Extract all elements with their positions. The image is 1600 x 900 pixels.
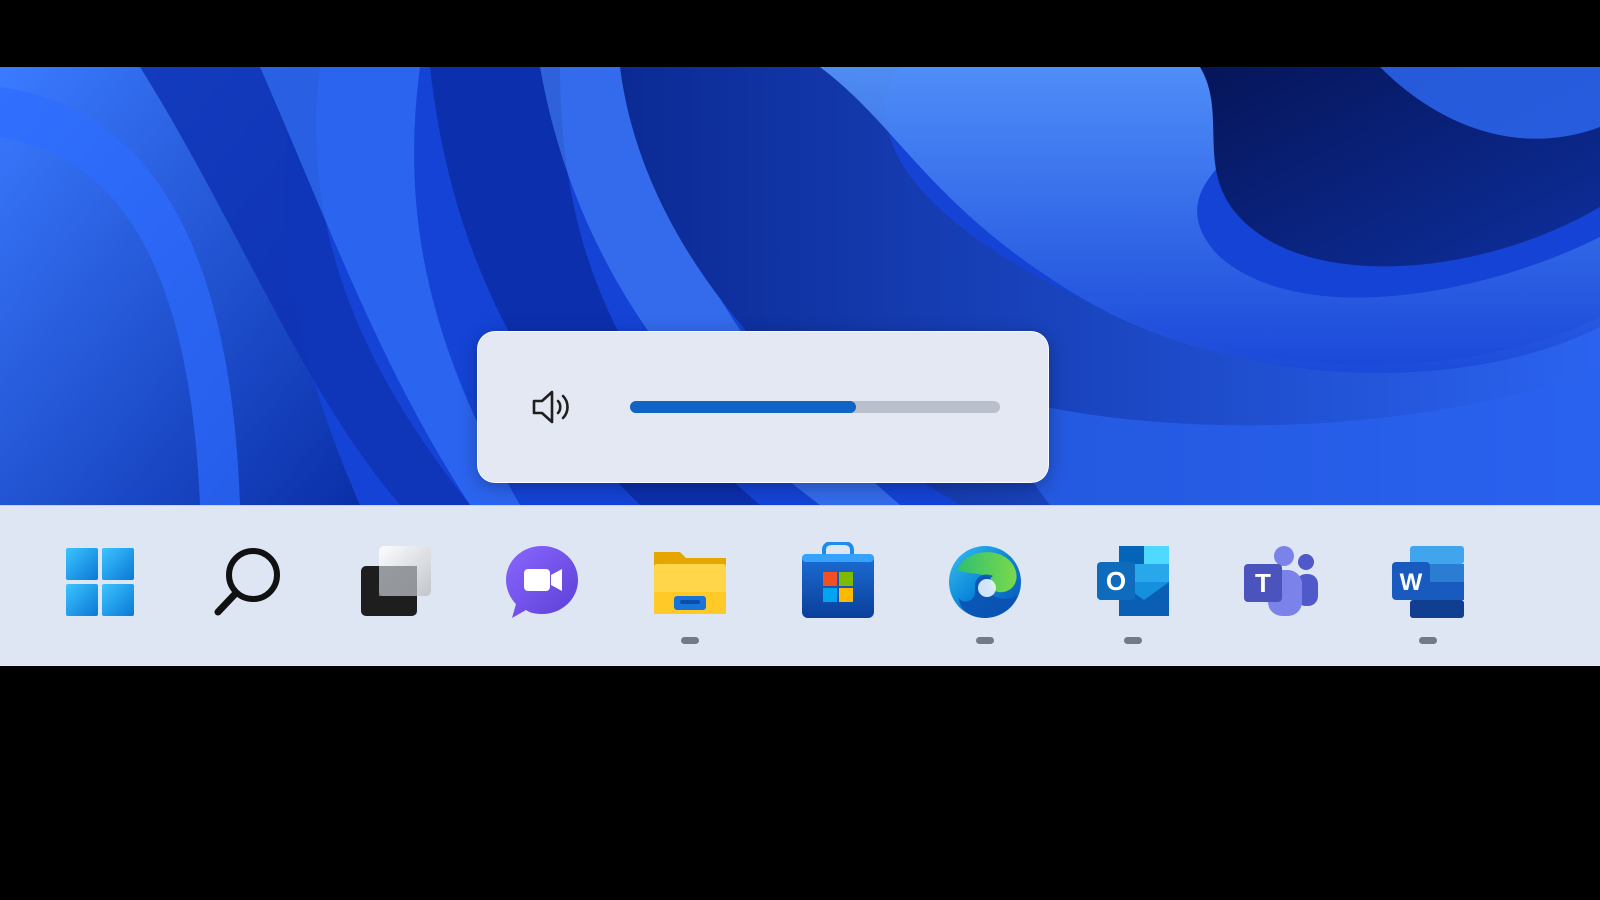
taskbar: O T W (0, 505, 1600, 666)
svg-text:O: O (1106, 566, 1126, 596)
word-icon: W (1392, 546, 1464, 618)
screen: O T W (0, 0, 1600, 900)
running-indicator (681, 637, 699, 644)
speaker-mute-button[interactable] (528, 382, 578, 432)
word-button[interactable]: W (1383, 542, 1473, 644)
task-view-icon (361, 546, 431, 616)
task-view-button[interactable] (350, 542, 440, 642)
edge-icon (949, 546, 1021, 618)
microsoft-store-icon (802, 542, 874, 618)
svg-text:W: W (1400, 569, 1423, 596)
volume-flyout (477, 331, 1049, 483)
running-indicator (1124, 637, 1142, 644)
teams-icon: T (1244, 546, 1318, 616)
chat-button[interactable] (497, 542, 587, 642)
speaker-icon (532, 390, 569, 424)
start-icon (66, 548, 134, 616)
search-button[interactable] (203, 542, 293, 642)
volume-slider[interactable] (630, 401, 1000, 413)
file-explorer-button[interactable] (645, 542, 735, 644)
file-explorer-icon (654, 552, 726, 614)
volume-slider-fill (630, 401, 856, 413)
start-button[interactable] (55, 542, 145, 642)
search-icon (214, 548, 280, 616)
teams-button[interactable]: T (1235, 542, 1325, 642)
running-indicator (1419, 637, 1437, 644)
outlook-icon: O (1097, 546, 1169, 616)
microsoft-store-button[interactable] (793, 542, 883, 642)
svg-text:T: T (1255, 568, 1271, 598)
edge-button[interactable] (940, 542, 1030, 644)
chat-icon (506, 546, 578, 618)
outlook-button[interactable]: O (1088, 542, 1178, 644)
running-indicator (976, 637, 994, 644)
